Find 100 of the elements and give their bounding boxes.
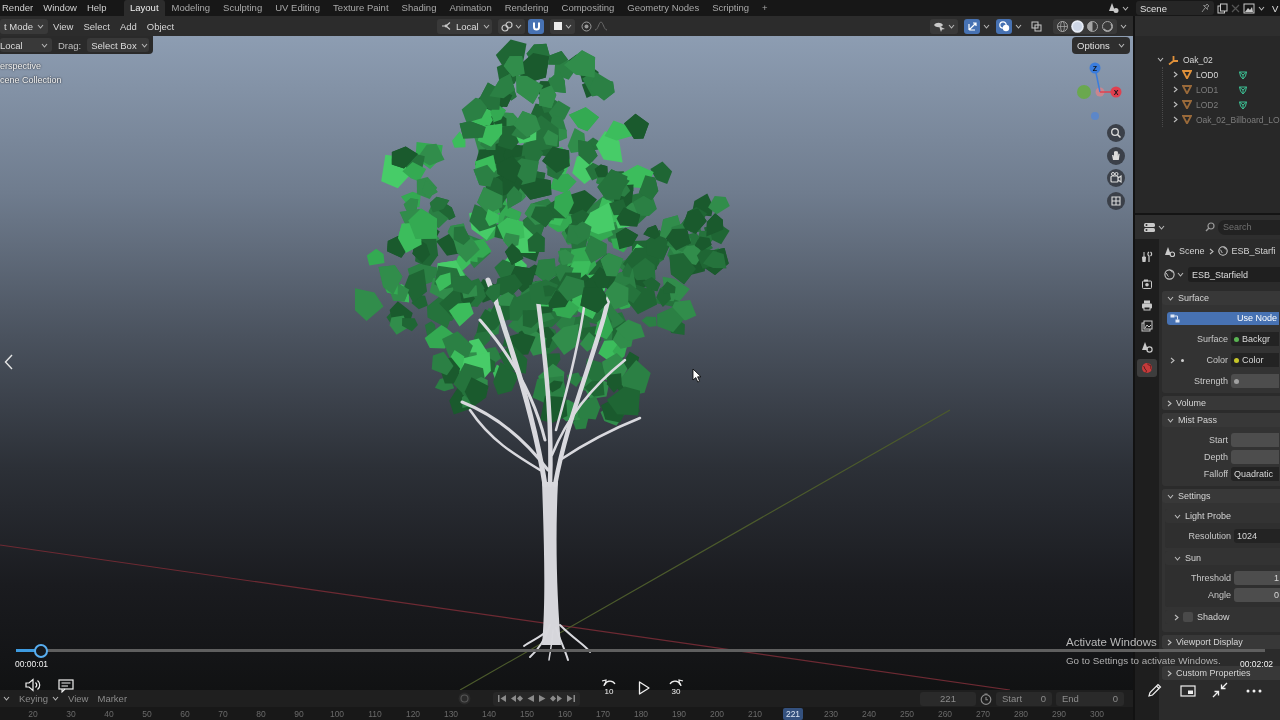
chevron-right-icon[interactable]	[1170, 356, 1175, 364]
picture-in-picture-icon[interactable]	[1180, 685, 1196, 697]
outliner-item[interactable]: LOD2	[1196, 99, 1219, 110]
chevron-down-icon[interactable]	[1174, 555, 1181, 561]
workspace-tab[interactable]: Modeling	[165, 0, 217, 16]
menu-item[interactable]: Keying	[19, 693, 60, 704]
captions-icon[interactable]	[58, 679, 74, 693]
panel-header[interactable]: Custom Properties	[1162, 666, 1280, 680]
volume-icon[interactable]	[25, 678, 42, 692]
workspace-tab[interactable]: Geometry Nodes	[620, 0, 706, 16]
play-reverse-icon[interactable]	[526, 694, 535, 703]
menu-item[interactable]: View	[48, 20, 79, 32]
jump-end-icon[interactable]	[566, 694, 576, 703]
grid-icon[interactable]	[1107, 191, 1125, 210]
dropdown-field[interactable]: Quadratic	[1231, 467, 1279, 481]
rewind-button[interactable]: 10	[601, 678, 617, 696]
image-icon[interactable]	[1243, 2, 1255, 14]
chevron-down-icon[interactable]	[1167, 493, 1174, 499]
forward-button[interactable]: 30	[668, 678, 684, 696]
play-icon[interactable]	[638, 681, 650, 695]
current-frame-field[interactable]: 221	[920, 691, 976, 706]
workspace-tab[interactable]: Layout	[123, 0, 166, 16]
drag-dropdown[interactable]: Select Box	[87, 38, 150, 52]
collapse-arrows-icon[interactable]	[1212, 682, 1228, 698]
view-layer-label[interactable]: V	[1268, 2, 1280, 14]
properties-editor-icon[interactable]	[1143, 221, 1156, 233]
end-frame-field[interactable]: End 0	[1056, 691, 1124, 706]
panel-header[interactable]: Mist Pass	[1162, 413, 1280, 427]
mode-dropdown[interactable]: t Mode	[0, 18, 49, 34]
workspace-tab[interactable]: Sculpting	[216, 0, 269, 16]
menu-item[interactable]: Help	[81, 0, 112, 16]
outliner-item[interactable]: LOD0	[1196, 69, 1219, 80]
caret-icon[interactable]	[1120, 23, 1127, 29]
hand-icon[interactable]	[1107, 146, 1125, 165]
add-workspace-tab[interactable]: +	[755, 0, 775, 16]
chevron-left-icon[interactable]	[4, 354, 13, 370]
socket-field[interactable]: Backgr	[1231, 332, 1279, 346]
panel-header[interactable]: Viewport Display	[1162, 635, 1280, 649]
menu-item[interactable]: Marker	[97, 693, 128, 704]
outliner-item[interactable]: LOD1	[1196, 84, 1219, 95]
menu-item[interactable]: Window	[38, 0, 82, 16]
workspace-tab[interactable]: Animation	[442, 0, 499, 16]
chevron-right-icon[interactable]	[1174, 613, 1179, 621]
orientation-dropdown[interactable]: Local	[437, 18, 492, 34]
clock-icon[interactable]	[980, 692, 992, 705]
scene-field[interactable]: Scene	[1136, 1, 1214, 15]
number-field[interactable]	[1231, 433, 1279, 447]
search-field[interactable]: Search	[1218, 219, 1280, 235]
number-field[interactable]: 1	[1234, 571, 1280, 585]
outliner-item[interactable]: Oak_02_Billboard_LO	[1196, 114, 1280, 125]
cone-sphere-icon[interactable]	[1107, 2, 1119, 14]
menu-item[interactable]: Add	[114, 20, 142, 32]
proportional-toggle[interactable]	[578, 18, 594, 34]
snap-target-dropdown[interactable]	[498, 18, 525, 34]
caret-icon[interactable]	[1158, 224, 1165, 230]
panel-header[interactable]: Settings	[1162, 489, 1280, 503]
more-icon[interactable]	[1246, 689, 1262, 693]
chevron-down-icon[interactable]	[1167, 417, 1174, 423]
gizmo-toggle[interactable]	[964, 18, 980, 34]
wireframe-sphere-icon[interactable]	[1056, 19, 1069, 33]
menu-item[interactable]: Object	[141, 20, 180, 32]
caret-icon[interactable]	[1258, 5, 1265, 11]
snap-element-dropdown[interactable]	[550, 18, 575, 34]
workspace-tab[interactable]: Compositing	[555, 0, 621, 16]
progress-track[interactable]	[16, 649, 1265, 652]
pencil-icon[interactable]	[1147, 683, 1162, 698]
dropdown-field[interactable]: 1024	[1234, 529, 1280, 543]
socket-field[interactable]	[1231, 374, 1279, 388]
chevron-right-icon[interactable]	[1173, 86, 1178, 93]
zoom-icon[interactable]	[1107, 124, 1125, 142]
outliner-item[interactable]: Oak_02	[1183, 54, 1213, 65]
chevron-down-icon[interactable]	[1157, 57, 1164, 62]
world-name-field[interactable]: ESB_Starfield	[1188, 267, 1280, 282]
camera-icon[interactable]	[1107, 169, 1125, 187]
close-icon[interactable]	[1231, 3, 1240, 13]
previous-keyframe-icon[interactable]	[510, 694, 523, 703]
caret-icon[interactable]	[1015, 23, 1022, 29]
chevron-down-icon[interactable]	[1167, 295, 1174, 301]
workspace-tab[interactable]: Texture Paint	[326, 0, 396, 16]
chevron-right-icon[interactable]	[1173, 101, 1178, 108]
visibility-dropdown[interactable]	[930, 18, 958, 34]
chevron-right-icon[interactable]	[1208, 247, 1214, 255]
menu-item[interactable]: Render	[0, 0, 39, 16]
pin-icon[interactable]	[1201, 3, 1210, 13]
number-field[interactable]: 0	[1234, 588, 1280, 602]
chevron-right-icon[interactable]	[1167, 638, 1172, 646]
start-frame-field[interactable]: Start 0	[996, 691, 1052, 706]
xray-toggle[interactable]	[1028, 18, 1044, 34]
use-nodes-button[interactable]: Use Node	[1167, 311, 1279, 325]
panel-header[interactable]: Sun	[1165, 551, 1280, 565]
workspace-tab[interactable]: Scripting	[705, 0, 756, 16]
caret-icon[interactable]	[1122, 5, 1129, 11]
material-sphere-icon[interactable]	[1086, 19, 1099, 33]
chevron-right-icon[interactable]	[1167, 399, 1172, 407]
workspace-tab[interactable]: UV Editing	[268, 0, 327, 16]
rendered-sphere-icon[interactable]	[1101, 19, 1114, 33]
chevron-right-icon[interactable]	[1173, 71, 1178, 78]
world-browse-button[interactable]	[1162, 267, 1186, 282]
jump-start-icon[interactable]	[497, 694, 507, 703]
next-keyframe-icon[interactable]	[550, 694, 563, 703]
